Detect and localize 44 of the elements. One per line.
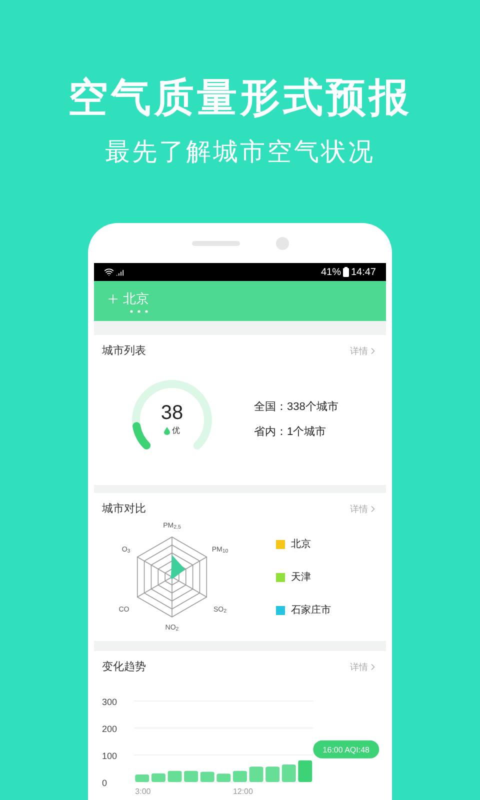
city-name: 北京 [123, 290, 149, 308]
aqi-grade: 优 [172, 424, 180, 436]
chart-bar [232, 770, 247, 782]
battery-icon [342, 267, 349, 277]
legend-label: 天津 [291, 570, 311, 585]
chart-bar [184, 770, 198, 782]
wifi-icon [104, 267, 114, 277]
chart-bar [266, 766, 280, 782]
clock-time: 14:47 [350, 266, 376, 280]
legend-label: 北京 [291, 538, 311, 552]
chart-tooltip: 16:00 AQI:48 [313, 740, 380, 758]
aqi-value: 38 [160, 402, 184, 422]
x-axis-label: 3:00 [135, 786, 151, 796]
y-tick-label: 0 [102, 778, 108, 788]
details-link[interactable]: 详情 [350, 502, 378, 516]
chart-bar [168, 770, 182, 782]
speaker-icon [192, 240, 240, 246]
chart-bar [216, 773, 231, 782]
card-title: 变化趋势 [102, 660, 146, 675]
chart-bar [298, 760, 312, 782]
details-link[interactable]: 详情 [350, 660, 378, 674]
promo-title: 空气质量形式预报 [68, 78, 412, 118]
chart-bar [135, 774, 150, 782]
chart-bar [282, 764, 296, 782]
promo-subtitle: 最先了解城市空气状况 [105, 140, 375, 165]
x-axis-label: 12:00 [232, 786, 253, 796]
battery-level: 41% [320, 266, 341, 280]
chart-bar [200, 771, 214, 782]
details-link[interactable]: 详情 [350, 344, 378, 358]
y-tick-label: 100 [102, 750, 118, 760]
card-title: 城市对比 [102, 502, 146, 517]
chart-bar [249, 766, 264, 782]
chart-bar [151, 772, 166, 782]
y-tick-label: 200 [102, 724, 118, 734]
signal-icon [116, 267, 126, 277]
camera-icon [276, 236, 288, 250]
legend-label: 石家庄市 [291, 604, 331, 618]
city-count: 省内：1个城市 [254, 424, 328, 440]
y-tick-label: 300 [102, 696, 118, 706]
add-icon[interactable] [106, 292, 120, 306]
page-dots-icon [130, 310, 148, 313]
card-title: 城市列表 [102, 344, 146, 359]
drop-icon [164, 426, 170, 434]
city-count: 全国：338个城市 [254, 400, 338, 414]
